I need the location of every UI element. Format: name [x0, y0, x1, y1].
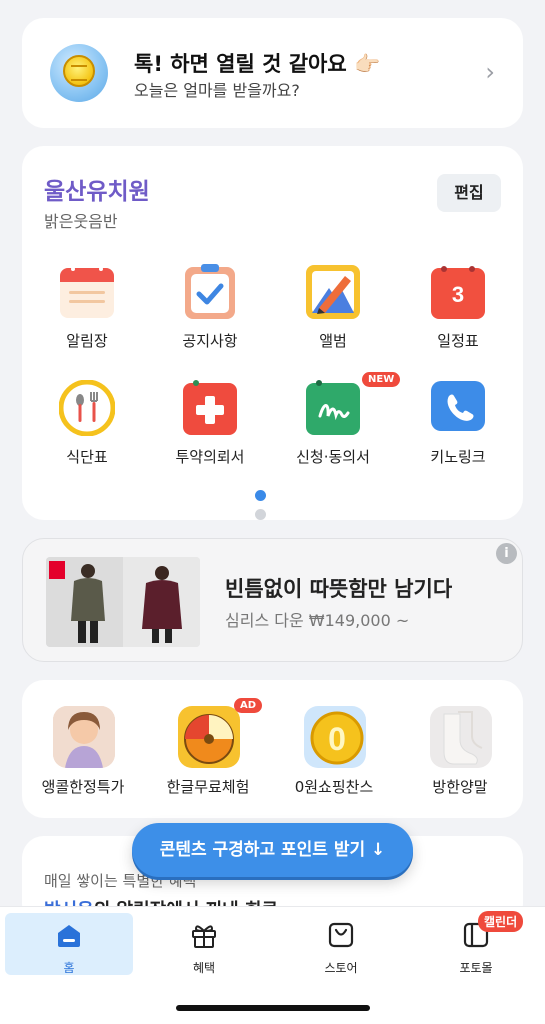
page-indicator[interactable]: [255, 486, 295, 520]
signature-icon: [306, 380, 360, 435]
tab-label: 홈: [63, 961, 75, 975]
menu-kinolink[interactable]: 키노링크: [398, 380, 518, 470]
menu-announcements[interactable]: 공지사항: [150, 264, 270, 354]
tab-store[interactable]: 스토어: [277, 913, 405, 975]
reward-title: 톡! 하면 열릴 것 같아요 👉🏻: [134, 52, 381, 76]
calendar-icon: 3: [431, 266, 485, 319]
earn-points-button[interactable]: 콘텐츠 구경하고 포인트 받기 ↓: [132, 823, 413, 877]
tab-benefits[interactable]: 혜택: [140, 913, 268, 975]
menu-label: 키노링크: [430, 448, 486, 466]
meal-plate-icon: [59, 380, 115, 436]
menu-label: 공지사항: [182, 332, 238, 350]
tab-home[interactable]: 홈: [5, 913, 133, 975]
svg-text:0: 0: [328, 721, 346, 757]
menu-label: 식단표: [66, 448, 108, 466]
ad-title: 빈틈없이 따뜻함만 남기다: [225, 577, 453, 601]
tab-label: 포토몰: [459, 961, 493, 975]
menu-label: 신청·동의서: [296, 448, 370, 466]
menu-label: 앨범: [319, 332, 347, 350]
edit-button[interactable]: 편집: [437, 174, 501, 212]
chevron-right-icon: ›: [485, 58, 495, 86]
menu-label: 일정표: [437, 332, 479, 350]
info-icon[interactable]: i: [496, 543, 517, 564]
roulette-icon: [178, 706, 240, 768]
page-dot[interactable]: [255, 509, 266, 520]
ad-banner[interactable]: 빈틈없이 따뜻함만 남기다 심리스 다운 ₩149,000 ~ i: [22, 538, 523, 662]
medicine-cross-icon: [183, 380, 237, 435]
gift-icon: [192, 925, 216, 948]
home-indicator[interactable]: [176, 1005, 370, 1011]
product-label: 앵콜한정특가: [41, 778, 125, 796]
class-name: 밝은웃음반: [44, 212, 118, 231]
socks-icon: [430, 706, 492, 768]
menu-medication[interactable]: 투약의뢰서: [150, 380, 270, 470]
menu-consent-forms[interactable]: NEW 신청·동의서: [273, 372, 401, 470]
tab-label: 스토어: [324, 961, 358, 975]
shopping-bag-icon: [328, 922, 354, 948]
product-label: 방한양말: [432, 778, 488, 796]
page-dot-active[interactable]: [255, 490, 266, 501]
product-shortcuts: 앵콜한정특가 AD 한글무료체험 0 0원쇼핑찬스 방한양말: [22, 680, 523, 818]
reward-subtitle: 오늘은 얼마를 받을까요?: [134, 81, 300, 100]
child-photo-icon: [53, 706, 115, 768]
notebook-icon: [60, 267, 114, 318]
coin-capsule-icon: [50, 44, 108, 102]
menu-schedule[interactable]: 3 일정표: [398, 264, 518, 354]
clipboard-check-icon: [185, 264, 235, 319]
ad-badge: AD: [234, 698, 263, 713]
uniqlo-logo: [49, 561, 65, 579]
menu-label: 알림장: [66, 332, 108, 350]
product-label: 한글무료체험: [166, 778, 250, 796]
menu-notice-board[interactable]: 알림장: [27, 264, 147, 354]
daily-reward-card[interactable]: 톡! 하면 열릴 것 같아요 👉🏻 오늘은 얼마를 받을까요? ›: [22, 18, 523, 128]
ad-subtitle: 심리스 다운 ₩149,000 ~: [225, 611, 410, 630]
menu-label: 투약의뢰서: [175, 448, 245, 466]
calendar-badge: 캘린더: [478, 911, 524, 932]
home-icon: [58, 925, 80, 947]
kindergarten-card: 울산유치원 밝은웃음반 편집 알림장 공지사항 앨범 3 일정표 식단표 투약의…: [22, 146, 523, 520]
menu-meal-plan[interactable]: 식단표: [27, 380, 147, 470]
menu-album[interactable]: 앨범: [273, 264, 393, 354]
product-label: 0원쇼핑찬스: [294, 778, 374, 796]
new-badge: NEW: [362, 372, 401, 387]
ad-image: [46, 557, 200, 647]
tab-label: 혜택: [192, 961, 216, 975]
album-icon: [306, 265, 360, 319]
calendar-day: 3: [452, 282, 464, 307]
zero-coin-icon: 0: [304, 706, 366, 768]
school-name[interactable]: 울산유치원: [44, 172, 150, 206]
ad-photo-icon: [46, 557, 200, 647]
phone-icon: [431, 381, 485, 431]
